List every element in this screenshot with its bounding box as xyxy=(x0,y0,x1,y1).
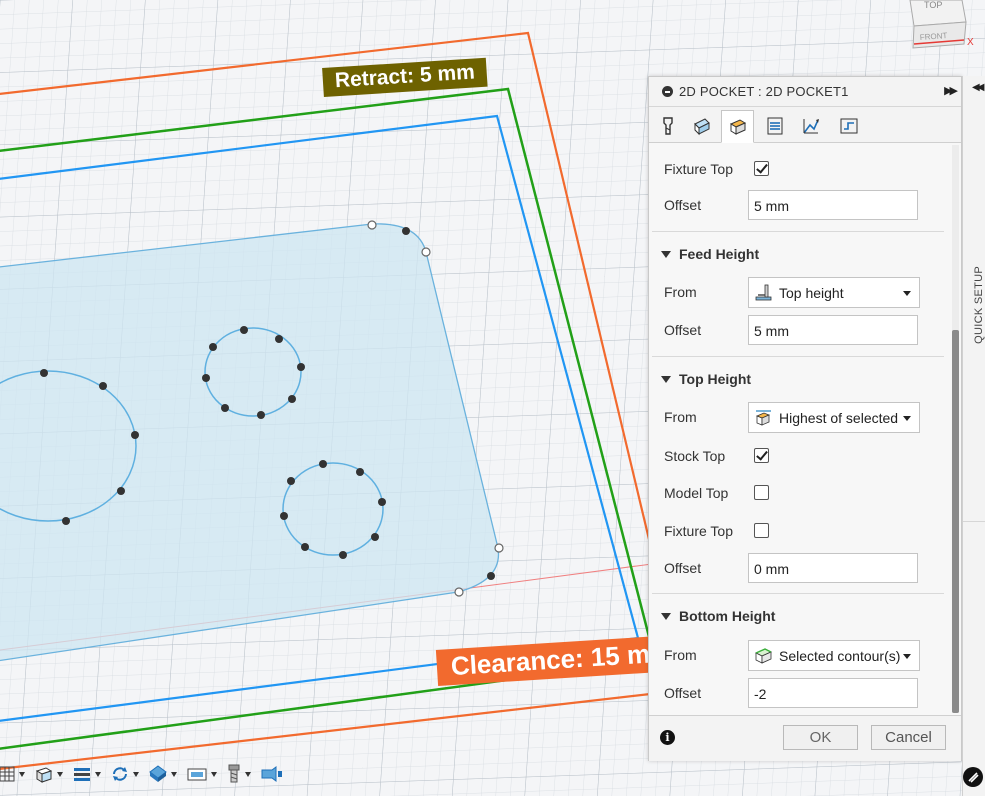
geometry-icon xyxy=(693,117,710,135)
bottom-offset-row: Offset -2 xyxy=(649,677,949,710)
fixture-top-prev-row: Fixture Top xyxy=(649,153,949,186)
tool-icon xyxy=(662,116,673,135)
highest-selected-icon xyxy=(755,410,771,426)
x-axis-label: X xyxy=(967,37,974,48)
bottom-offset-label: Offset xyxy=(664,685,702,701)
tab-linking[interactable] xyxy=(795,110,826,141)
chevron-down-icon xyxy=(903,654,911,659)
feed-offset-label: Offset xyxy=(664,322,702,338)
fusion-logo-icon[interactable] xyxy=(963,767,983,787)
model-top-checkbox[interactable] xyxy=(754,485,769,500)
feed-from-dropdown[interactable]: Top height xyxy=(748,277,920,308)
feed-offset-input[interactable]: 5 mm xyxy=(748,315,918,345)
layers-icon xyxy=(74,768,90,781)
operation-panel: 2D POCKET : 2D POCKET1 ▶▶ Fixture Top Of… xyxy=(648,76,962,761)
model-top-row: Model Top xyxy=(649,477,949,510)
fixture-top-label: Fixture Top xyxy=(664,523,733,539)
offset-prev-row: Offset 5 mm xyxy=(649,189,949,222)
view-button[interactable] xyxy=(148,759,177,789)
feed-from-row: From Top height xyxy=(649,276,949,309)
bottom-height-section[interactable]: Bottom Height xyxy=(649,599,949,632)
post-process-icon xyxy=(840,118,857,133)
quick-setup-strip[interactable]: ◀◀ QUICK SETUP xyxy=(962,76,985,796)
stock-top-label: Stock Top xyxy=(664,448,726,464)
simulate-button[interactable] xyxy=(260,759,284,789)
panel-header: 2D POCKET : 2D POCKET1 ▶▶ xyxy=(649,77,961,107)
collapse-left-icon[interactable]: ◀◀ xyxy=(972,82,985,93)
top-offset-label: Offset xyxy=(664,560,702,576)
camera-icon xyxy=(187,768,207,781)
tab-geometry[interactable] xyxy=(686,110,717,141)
offset-prev-label: Offset xyxy=(664,197,702,213)
tab-passes[interactable] xyxy=(759,110,790,141)
chevron-down-icon xyxy=(903,291,911,296)
tab-post-process[interactable] xyxy=(833,110,864,141)
top-offset-row: Offset 0 mm xyxy=(649,552,949,585)
orbit-button[interactable] xyxy=(110,759,139,789)
heights-icon xyxy=(729,118,746,135)
info-icon[interactable]: i xyxy=(660,730,675,745)
top-height-icon xyxy=(755,284,772,301)
fixture-top-prev-label: Fixture Top xyxy=(664,161,733,177)
display-mode-button[interactable] xyxy=(34,759,63,789)
panel-title: 2D POCKET : 2D POCKET1 xyxy=(679,84,849,99)
expand-panel-icon[interactable]: ▶▶ xyxy=(944,84,958,97)
bottom-from-dropdown[interactable]: Selected contour(s) xyxy=(748,640,920,671)
offset-prev-input[interactable]: 5 mm xyxy=(748,190,918,220)
camera-button[interactable] xyxy=(186,759,217,789)
stock-top-checkbox[interactable] xyxy=(754,448,769,463)
ok-button[interactable]: OK xyxy=(783,725,858,750)
linking-icon xyxy=(802,118,819,133)
top-from-row: From Highest of selected xyxy=(649,401,949,434)
view-cube[interactable]: TOP FRONT X xyxy=(900,0,975,50)
tab-heights[interactable] xyxy=(721,110,754,143)
simulate-icon xyxy=(261,766,282,782)
top-from-label: From xyxy=(664,409,697,425)
panel-tabs xyxy=(649,107,961,143)
panel-footer: i OK Cancel xyxy=(649,715,961,761)
bottom-toolbar xyxy=(0,759,305,789)
top-from-value: Highest of selected xyxy=(779,410,899,426)
bottom-from-row: From Selected contour(s) xyxy=(649,639,949,672)
quick-setup-label[interactable]: QUICK SETUP xyxy=(973,266,985,344)
fixture-top-checkbox[interactable] xyxy=(754,523,769,538)
orbit-icon xyxy=(113,767,127,781)
feed-from-value: Top height xyxy=(779,285,844,301)
collapse-icon[interactable] xyxy=(662,86,673,97)
feed-height-title[interactable]: Feed Height xyxy=(661,246,759,262)
top-offset-input[interactable]: 0 mm xyxy=(748,553,918,583)
top-height-section[interactable]: Top Height xyxy=(649,362,949,395)
cancel-button[interactable]: Cancel xyxy=(871,725,946,750)
scrollbar-thumb[interactable] xyxy=(952,330,959,713)
tool-display-icon xyxy=(228,764,240,783)
passes-icon xyxy=(767,117,782,134)
layers-button[interactable] xyxy=(72,759,101,789)
stock-top-row: Stock Top xyxy=(649,440,949,473)
bottom-from-value: Selected contour(s) xyxy=(779,648,901,664)
top-from-dropdown[interactable]: Highest of selected xyxy=(748,402,920,433)
top-height-title[interactable]: Top Height xyxy=(661,371,751,387)
fixture-top-row: Fixture Top xyxy=(649,515,949,548)
bottom-offset-input[interactable]: -2 xyxy=(748,678,918,708)
bottom-height-title[interactable]: Bottom Height xyxy=(661,608,775,624)
view-cube-front-label: FRONT xyxy=(920,31,948,42)
view-cube-top-label: TOP xyxy=(924,0,942,10)
tool-display-button[interactable] xyxy=(226,759,251,789)
feed-height-section[interactable]: Feed Height xyxy=(649,237,949,270)
pocket-model xyxy=(0,223,500,662)
panel-scrollbar[interactable] xyxy=(952,145,959,713)
panel-content: Fixture Top Offset 5 mm Feed Height From… xyxy=(649,143,949,714)
selected-contour-icon xyxy=(755,648,772,664)
chevron-down-icon xyxy=(903,416,911,421)
model-top-label: Model Top xyxy=(664,485,729,501)
grid-button[interactable] xyxy=(0,759,25,789)
feed-from-label: From xyxy=(664,284,697,300)
grid-icon xyxy=(0,766,15,782)
feed-offset-row: Offset 5 mm xyxy=(649,314,949,347)
tab-tool[interactable] xyxy=(652,110,683,141)
fixture-top-prev-checkbox[interactable] xyxy=(754,161,769,176)
bottom-from-label: From xyxy=(664,647,697,663)
display-mode-icon xyxy=(35,767,53,783)
view-icon xyxy=(149,765,167,782)
